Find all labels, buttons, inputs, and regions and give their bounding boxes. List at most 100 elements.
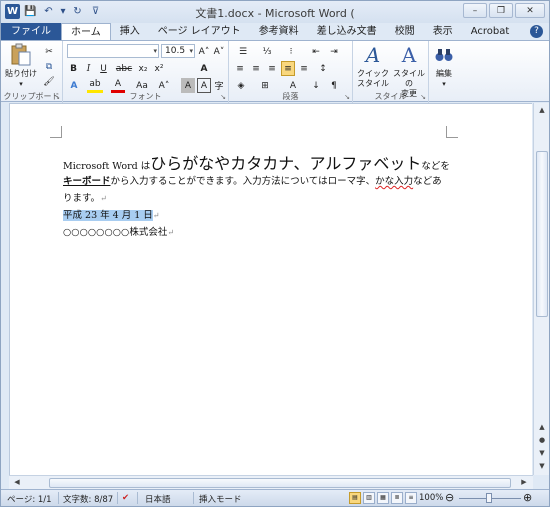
- binoculars-icon: [431, 43, 457, 67]
- web-layout-view-icon[interactable]: ▦: [377, 492, 389, 504]
- document-line-5: ○○○○○○○○株式会社↵: [63, 227, 175, 238]
- distribute-icon[interactable]: ≡: [297, 61, 311, 76]
- paste-label: 貼り付け: [5, 69, 37, 78]
- tab-mailings[interactable]: 差し込み文書: [308, 23, 386, 40]
- minimize-button[interactable]: –: [463, 3, 487, 18]
- styles-group: A クイック スタイル A スタイルの 変更 スタイル ↘: [353, 41, 429, 103]
- word-window: W 💾 ↶ ▾ ↻ ⊽ 文書1.docx - Microsoft Word ( …: [0, 0, 550, 507]
- outline-view-icon[interactable]: ≣: [391, 492, 403, 504]
- bold-button[interactable]: B: [67, 61, 80, 76]
- restore-button[interactable]: ❐: [489, 3, 513, 18]
- tab-home[interactable]: ホーム: [61, 23, 111, 40]
- vertical-scrollbar[interactable]: ▲ ▲ ● ▼ ▼: [533, 103, 549, 475]
- title-bar: W 💾 ↶ ▾ ↻ ⊽ 文書1.docx - Microsoft Word ( …: [1, 1, 549, 23]
- cut-icon[interactable]: ✂: [42, 44, 56, 59]
- copy-icon[interactable]: ⧉: [42, 59, 56, 74]
- subscript-button[interactable]: x₂: [136, 61, 150, 76]
- status-bar: ページ: 1/1 文字数: 8/87 ✔ 日本語 挿入モード ▤ ▥ ▦ ≣ ≡…: [1, 489, 549, 506]
- word-count[interactable]: 文字数: 8/87: [63, 493, 113, 505]
- decrease-indent-icon[interactable]: ⇤: [309, 44, 323, 59]
- zoom-out-icon[interactable]: ⊖: [445, 491, 454, 504]
- draft-view-icon[interactable]: ≡: [405, 492, 417, 504]
- document-line-2: キーボードから入力することができます。入力方法についてはローマ字、かな入力などあ: [63, 176, 442, 187]
- align-right-icon[interactable]: ≡: [265, 61, 279, 76]
- tab-view[interactable]: 表示: [424, 23, 462, 40]
- styles-group-label: スタイル: [374, 92, 407, 101]
- font-group: ▾ 10.5 ▾ A˄ A˅ B I U abc x₂ x² A A ab A A…: [63, 41, 229, 103]
- numbering-icon[interactable]: ⅓: [257, 44, 277, 59]
- font-launcher-icon[interactable]: ↘: [220, 93, 226, 101]
- full-screen-view-icon[interactable]: ▥: [363, 492, 375, 504]
- case-button[interactable]: A: [197, 61, 211, 76]
- document-line-3: ります。↵: [63, 193, 107, 204]
- font-name-select[interactable]: ▾: [67, 44, 159, 58]
- strikethrough-button[interactable]: abc: [115, 61, 133, 76]
- scroll-up-page-icon[interactable]: ▲: [535, 421, 549, 434]
- superscript-button[interactable]: x²: [152, 61, 166, 76]
- close-button[interactable]: ✕: [515, 3, 545, 18]
- tab-references[interactable]: 参考資料: [250, 23, 308, 40]
- scroll-right-icon[interactable]: ▶: [517, 476, 531, 489]
- selected-text: 平成 23 年 4 月 1 日: [63, 210, 153, 221]
- scroll-up-icon[interactable]: ▲: [535, 104, 549, 117]
- font-group-label: フォント: [129, 92, 162, 101]
- font-size-select[interactable]: 10.5 ▾: [161, 44, 195, 58]
- quick-styles-button[interactable]: A クイック スタイル: [355, 43, 391, 89]
- clipboard-group: 貼り付け ▾ ✂ ⧉ 🖌 クリップボード ↘: [1, 41, 63, 103]
- justify-icon[interactable]: ≡: [281, 61, 295, 76]
- format-painter-icon[interactable]: 🖌: [42, 74, 56, 89]
- clipboard-launcher-icon[interactable]: ↘: [54, 93, 60, 101]
- clipboard-group-label: クリップボード: [3, 92, 60, 101]
- paragraph-launcher-icon[interactable]: ↘: [344, 93, 350, 101]
- paragraph-group: ☰ ⅓ ⁝ ⇤ ⇥ ≡ ≡ ≡ ≡ ≡ ↕ ◈ ⊞ A ↓ ¶ 段落 ↘: [229, 41, 353, 103]
- tab-acrobat[interactable]: Acrobat: [462, 23, 519, 40]
- page-count[interactable]: ページ: 1/1: [7, 493, 52, 505]
- change-styles-icon: A: [401, 43, 417, 67]
- scroll-left-icon[interactable]: ◀: [10, 476, 24, 489]
- tab-page-layout[interactable]: ページ レイアウト: [149, 23, 250, 40]
- quick-styles-icon: A: [365, 43, 381, 67]
- grow-font-icon[interactable]: A˄: [197, 44, 211, 59]
- increase-indent-icon[interactable]: ⇥: [327, 44, 341, 59]
- tab-insert[interactable]: 挿入: [111, 23, 149, 40]
- zoom-level[interactable]: 100%: [419, 493, 443, 503]
- paste-button[interactable]: 貼り付け ▾: [5, 43, 37, 89]
- vertical-scroll-thumb[interactable]: [536, 151, 548, 317]
- editing-group: 編集 ▾: [429, 41, 459, 103]
- print-layout-view-icon[interactable]: ▤: [349, 492, 361, 504]
- multilevel-list-icon[interactable]: ⁝: [281, 44, 301, 59]
- zoom-slider[interactable]: [459, 493, 521, 503]
- underline-button[interactable]: U: [97, 61, 110, 76]
- bullets-icon[interactable]: ☰: [233, 44, 253, 59]
- tab-file[interactable]: ファイル: [1, 23, 61, 40]
- italic-button[interactable]: I: [82, 61, 95, 76]
- page-corner-marker: [446, 126, 458, 138]
- styles-launcher-icon[interactable]: ↘: [420, 93, 426, 101]
- ribbon-tabs: ファイル ホーム 挿入 ページ レイアウト 参考資料 差し込み文書 校閲 表示 …: [1, 23, 549, 40]
- zoom-in-icon[interactable]: ⊕: [523, 491, 532, 504]
- proofing-icon[interactable]: ✔: [122, 493, 129, 503]
- select-browse-object-icon[interactable]: ●: [535, 434, 549, 447]
- scroll-down-page-icon[interactable]: ▼: [535, 447, 549, 460]
- help-icon[interactable]: ?: [530, 25, 543, 38]
- paste-icon: [8, 43, 34, 67]
- line-spacing-icon[interactable]: ↕: [315, 61, 331, 76]
- horizontal-scrollbar[interactable]: ◀ ▶: [9, 475, 533, 489]
- align-left-icon[interactable]: ≡: [233, 61, 247, 76]
- insert-mode-indicator[interactable]: 挿入モード: [199, 493, 242, 505]
- tab-review[interactable]: 校閲: [386, 23, 424, 40]
- paragraph-group-label: 段落: [282, 92, 299, 101]
- document-page[interactable]: Microsoft Word はひらがなやカタカナ、アルファベットなどを キーボ…: [9, 103, 532, 475]
- shrink-font-icon[interactable]: A˅: [212, 44, 226, 59]
- horizontal-scroll-thumb[interactable]: [49, 478, 511, 488]
- editing-button[interactable]: 編集 ▾: [429, 43, 459, 89]
- scroll-down-icon[interactable]: ▼: [535, 460, 549, 473]
- document-line-4: 平成 23 年 4 月 1 日↵: [63, 210, 160, 221]
- window-controls: – ❐ ✕: [463, 3, 545, 18]
- ribbon: 貼り付け ▾ ✂ ⧉ 🖌 クリップボード ↘ ▾ 10.5 ▾ A˄ A˅ B I…: [1, 40, 549, 103]
- editing-label: 編集: [436, 69, 452, 78]
- zoom-slider-thumb[interactable]: [486, 493, 492, 503]
- language-indicator[interactable]: 日本語: [145, 493, 171, 505]
- document-line-1: Microsoft Word はひらがなやカタカナ、アルファベットなどを: [63, 154, 450, 173]
- center-icon[interactable]: ≡: [249, 61, 263, 76]
